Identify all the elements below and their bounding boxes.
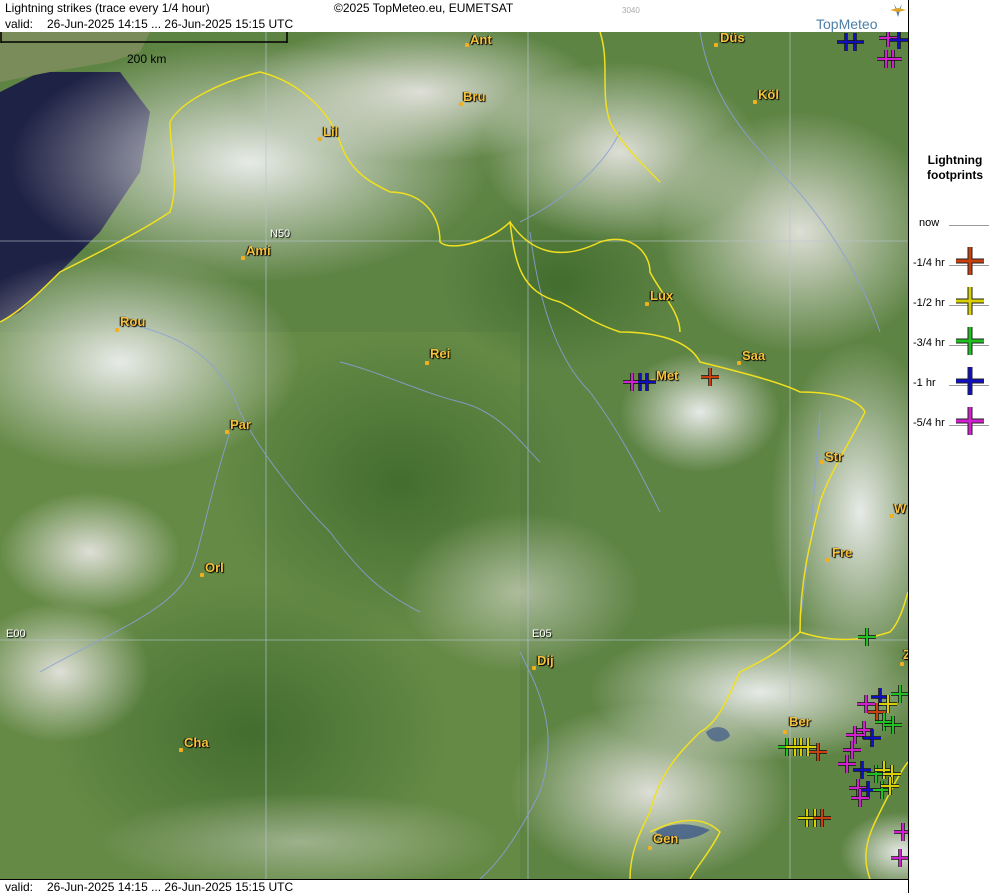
- city-label: Met: [656, 368, 679, 383]
- lon-label: E05: [532, 628, 552, 640]
- lightning-strike-marker: [894, 823, 908, 841]
- lightning-strike-marker: [891, 685, 908, 703]
- valid-range: 26-Jun-2025 14:15 ... 26-Jun-2025 15:15 …: [47, 17, 294, 31]
- lightning-strike-marker: [701, 368, 719, 386]
- city-label: Köl: [758, 87, 779, 102]
- lightning-strike-marker: [891, 849, 908, 867]
- map-title: Lightning strikes (trace every 1/4 hour): [5, 1, 210, 15]
- city-marker: [241, 256, 245, 260]
- scale-label: 200 km: [127, 52, 167, 66]
- city-label: Fre: [832, 545, 853, 560]
- legend-label: -1 hr: [913, 377, 936, 389]
- city-marker: [425, 361, 429, 365]
- scale-bar: [0, 32, 288, 43]
- city-marker: [648, 846, 652, 850]
- city-marker: [826, 558, 830, 562]
- footer-valid-range: 26-Jun-2025 14:15 ... 26-Jun-2025 15:15 …: [47, 880, 294, 894]
- legend-panel: Lightning footprints now -1/4 hr -1/2 hr -3…: [908, 0, 1000, 893]
- strike-symbol-icon: [956, 327, 984, 355]
- satellite-map[interactable]: 200 km N50 E00 E05 Ant Düs Bru Köl Lil A…: [0, 32, 908, 879]
- lightning-strike-marker: [890, 32, 908, 49]
- strike-symbol-icon: [956, 247, 984, 275]
- city-label: Gen: [653, 831, 679, 846]
- city-label: Ant: [470, 32, 492, 47]
- city-label: W: [894, 501, 907, 516]
- city-label: Orl: [205, 560, 224, 575]
- valid-label: valid:: [5, 17, 34, 31]
- city-label: Lux: [650, 288, 674, 303]
- lon-label: E00: [6, 628, 26, 640]
- strike-symbol-icon: [956, 407, 984, 435]
- city-marker: [200, 573, 204, 577]
- lightning-strike-marker: [638, 373, 656, 391]
- city-label: Rei: [430, 346, 451, 361]
- footer-valid-label: valid:: [5, 880, 34, 894]
- lightning-strike-marker: [851, 789, 869, 807]
- city-marker: [318, 137, 322, 141]
- city-marker: [645, 302, 649, 306]
- city-label: Par: [230, 417, 251, 432]
- lightning-strike-marker: [809, 743, 827, 761]
- city-marker: [115, 328, 119, 332]
- city-label: Cha: [184, 735, 209, 750]
- city-marker: [783, 730, 787, 734]
- city-label: Bru: [463, 89, 486, 104]
- city-label: Ber: [789, 714, 811, 729]
- city-marker: [714, 43, 718, 47]
- lightning-strike-marker: [837, 33, 855, 51]
- city-label: Rou: [120, 314, 146, 329]
- map-header: Lightning strikes (trace every 1/4 hour)…: [0, 0, 908, 32]
- city-marker: [900, 662, 904, 666]
- lightning-strike-marker: [858, 628, 876, 646]
- city-marker: [532, 666, 536, 670]
- city-label: Saa: [742, 348, 766, 363]
- logo-text: TopMeteo: [816, 16, 878, 32]
- legend-label: now: [919, 217, 940, 229]
- lightning-strike-marker: [813, 809, 831, 827]
- legend-title-line2: footprints: [927, 168, 983, 182]
- city-marker: [737, 361, 741, 365]
- lightning-strike-marker: [863, 729, 881, 747]
- city-label: Str: [825, 449, 844, 464]
- city-marker: [753, 100, 757, 104]
- map-footer: valid: 26-Jun-2025 14:15 ... 26-Jun-2025…: [0, 879, 908, 894]
- topmeteo-logo[interactable]: TopMeteo: [816, 2, 908, 32]
- lightning-strike-marker: [877, 50, 895, 68]
- legend-label: -1/2 hr: [913, 297, 945, 309]
- city-label: Dij: [537, 653, 554, 668]
- lightning-strike-marker: [884, 716, 902, 734]
- legend-title: Lightning footprints: [909, 153, 1000, 183]
- legend-divider: [949, 225, 989, 226]
- lat-label: N50: [270, 228, 291, 240]
- lightning-strike-marker: [881, 777, 899, 795]
- city-label: Düs: [720, 32, 745, 45]
- strike-symbol-icon: [956, 367, 984, 395]
- product-code: 3040: [622, 6, 640, 15]
- copyright-text: ©2025 TopMeteo.eu, EUMETSAT: [334, 1, 514, 15]
- legend-title-line1: Lightning: [927, 153, 983, 167]
- city-label: Ami: [246, 243, 271, 258]
- city-marker: [820, 460, 824, 464]
- legend-label: -1/4 hr: [913, 257, 945, 269]
- legend-label: -3/4 hr: [913, 337, 945, 349]
- map-canvas: [0, 32, 908, 879]
- legend-label: -5/4 hr: [913, 417, 945, 429]
- city-label: Lil: [323, 124, 339, 139]
- city-marker: [179, 748, 183, 752]
- city-marker: [465, 43, 469, 47]
- city-marker: [225, 430, 229, 434]
- strike-symbol-icon: [956, 287, 984, 315]
